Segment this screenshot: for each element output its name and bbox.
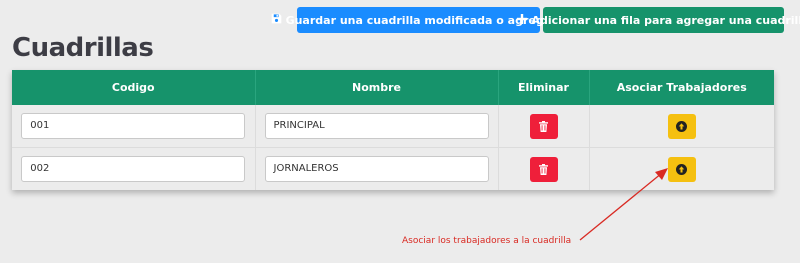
codigo-input[interactable]: 001 [21,113,246,139]
trash-icon [539,160,548,179]
associate-workers-button[interactable] [667,113,696,139]
arrow-circle-up-icon [676,117,688,136]
squads-table-wrapper: Codigo Nombre Eliminar Asociar Trabajado… [12,70,774,190]
eliminar-cell [498,147,590,190]
nombre-cell: JORNALEROS [255,147,499,190]
floppy-disk-icon [271,13,282,27]
codigo-cell: 002 [12,147,256,190]
page: Guardar una cuadrilla modificada o agreg… [0,0,800,263]
squads-table: Codigo Nombre Eliminar Asociar Trabajado… [12,70,774,190]
delete-row-button[interactable] [529,113,558,139]
trash-icon [539,117,548,136]
eliminar-cell [498,105,590,148]
save-squad-button[interactable]: Guardar una cuadrilla modificada o agreg… [271,7,566,33]
asociar-cell [589,105,774,148]
column-header-nombre: Nombre [255,70,499,105]
asociar-cell [589,148,774,191]
nombre-cell: PRINCIPAL [255,105,499,148]
plus-icon [517,13,528,27]
table-header-row: Codigo Nombre Eliminar Asociar Trabajado… [12,70,774,105]
codigo-input[interactable]: 002 [21,156,246,182]
column-header-asociar: Asociar Trabajadores [589,70,774,105]
annotation-text: Asociar los trabajadores a la cuadrilla [402,236,572,246]
arrow-circle-up-icon [676,160,688,179]
associate-workers-button[interactable] [667,156,696,182]
column-header-eliminar: Eliminar [498,70,590,105]
add-row-label: Adicionar una fila para agregar una cuad… [531,13,800,27]
add-row-button[interactable]: Adicionar una fila para agregar una cuad… [517,7,800,33]
table-row: 001 PRINCIPAL [12,105,774,148]
page-title: Cuadrillas [12,33,154,63]
nombre-input[interactable]: JORNALEROS [264,156,489,182]
nombre-input[interactable]: PRINCIPAL [264,113,489,139]
table-row: 002 JORNALEROS [12,147,774,191]
delete-row-button[interactable] [529,156,558,182]
codigo-cell: 001 [12,105,256,148]
column-header-codigo: Codigo [12,70,256,105]
